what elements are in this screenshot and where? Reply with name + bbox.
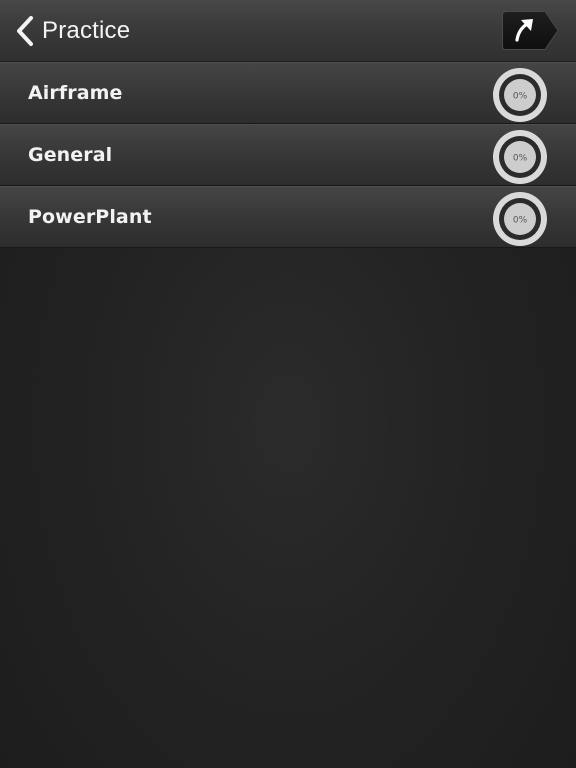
category-row-general[interactable]: General 0% xyxy=(0,124,576,186)
navigation-bar: Practice xyxy=(0,0,576,62)
progress-ring: 0% xyxy=(492,67,548,123)
category-label: Airframe xyxy=(28,82,123,104)
progress-text: 0% xyxy=(513,92,528,102)
progress-ring: 0% xyxy=(492,191,548,247)
category-label: General xyxy=(28,144,113,166)
category-row-powerplant[interactable]: PowerPlant 0% xyxy=(0,186,576,248)
back-button[interactable]: Practice xyxy=(14,14,130,48)
progress-text: 0% xyxy=(513,154,528,164)
progress-text: 0% xyxy=(513,216,528,226)
category-list: Airframe 0% General 0% PowerPlant 0% xyxy=(0,62,576,248)
category-label: PowerPlant xyxy=(28,206,152,228)
share-button[interactable] xyxy=(502,11,559,50)
category-row-airframe[interactable]: Airframe 0% xyxy=(0,62,576,124)
page-title: Practice xyxy=(42,17,131,44)
chevron-left-icon xyxy=(17,16,33,46)
progress-ring: 0% xyxy=(492,129,548,185)
